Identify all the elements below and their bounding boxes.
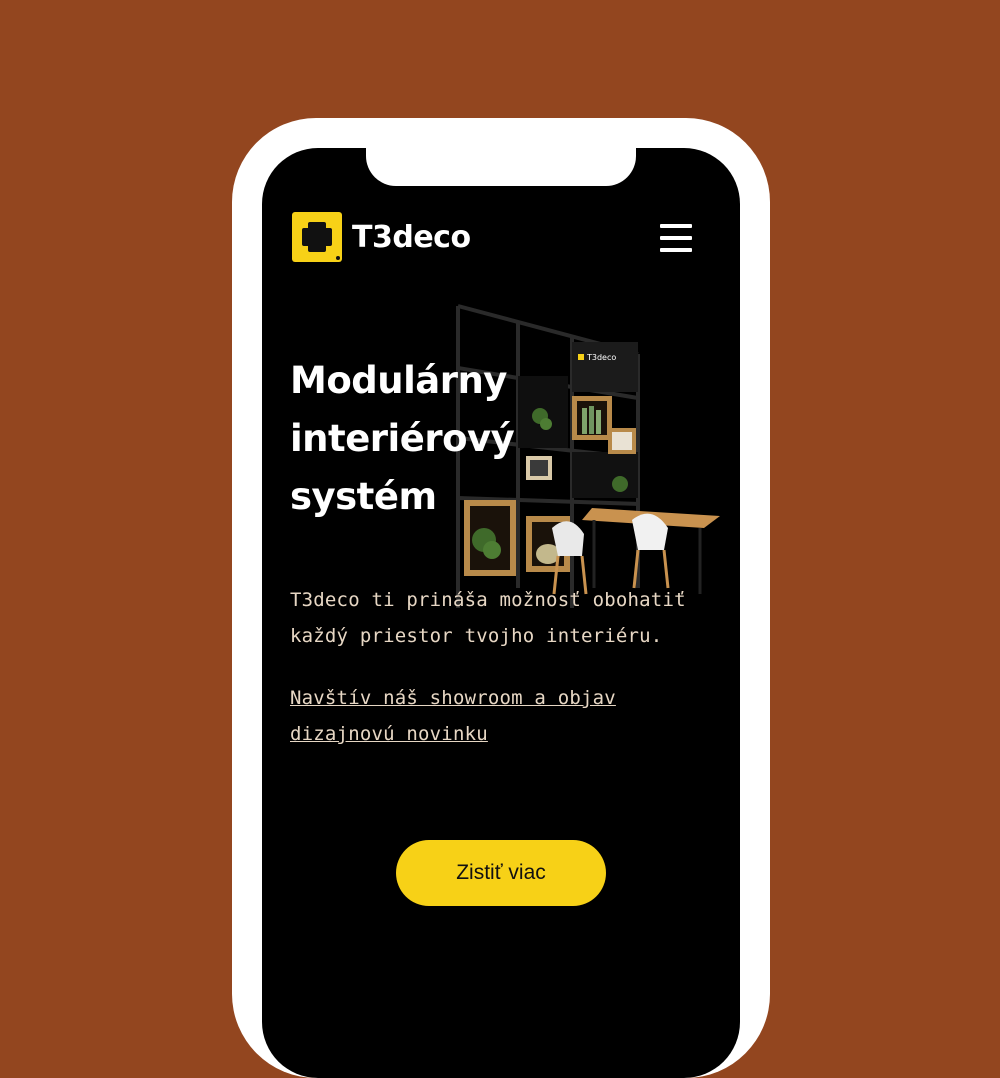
hero-description: T3deco ti prináša možnosť obohatiť každý… [290,589,686,647]
phone-frame: T3deco T3deco Modulárny interiérový syst… [232,118,770,1078]
hamburger-menu-icon[interactable] [660,224,692,252]
phone-notch [366,148,636,186]
showroom-link[interactable]: Navštív náš showroom a objav dizajnovú n… [290,680,720,752]
page-title: Modulárny interiérový systém [290,359,515,518]
brand-logo-icon [292,212,342,262]
panel-brand-label: T3deco [586,353,616,362]
phone-screen: T3deco T3deco Modulárny interiérový syst… [262,148,740,1078]
brand-logo[interactable]: T3deco [292,212,471,262]
brand-name: T3deco [352,219,471,255]
learn-more-button[interactable]: Zistiť viac [396,840,606,906]
